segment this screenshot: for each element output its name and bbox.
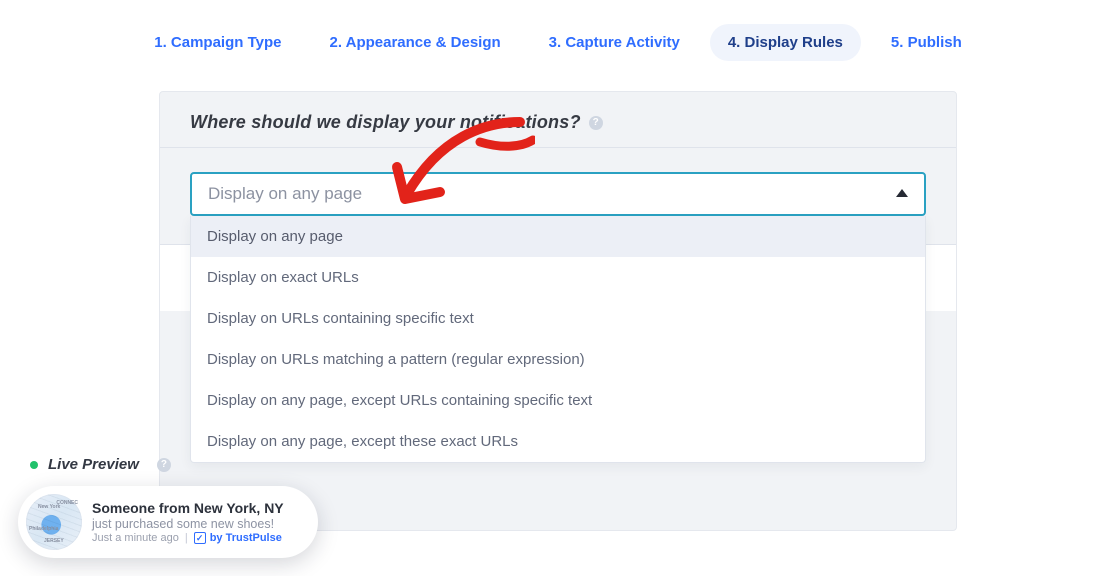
map-thumbnail: CONNEC Philadelphia JERSEY New York xyxy=(26,494,82,550)
preview-toast[interactable]: CONNEC Philadelphia JERSEY New York Some… xyxy=(18,486,318,558)
help-icon[interactable]: ? xyxy=(157,458,171,472)
panel-heading: Where should we display your notificatio… xyxy=(190,112,581,133)
brand-link[interactable]: ✓ by TrustPulse xyxy=(194,532,282,544)
tab-campaign-type[interactable]: 1. Campaign Type xyxy=(136,24,299,61)
tab-publish[interactable]: 5. Publish xyxy=(873,24,980,61)
display-rule-section: Display on any page Display on any page … xyxy=(160,147,956,226)
toast-meta: Just a minute ago | ✓ by TrustPulse xyxy=(92,532,284,544)
option-except-contains[interactable]: Display on any page, except URLs contain… xyxy=(191,380,925,421)
toast-subtitle: just purchased some new shoes! xyxy=(92,517,284,531)
tab-display-rules[interactable]: 4. Display Rules xyxy=(710,24,861,61)
live-preview-heading: Live Preview ? xyxy=(30,456,171,473)
option-exact-urls[interactable]: Display on exact URLs xyxy=(191,257,925,298)
wizard-tabs: 1. Campaign Type 2. Appearance & Design … xyxy=(0,0,1116,61)
tab-appearance[interactable]: 2. Appearance & Design xyxy=(312,24,519,61)
select-placeholder: Display on any page xyxy=(208,184,362,204)
option-any-page[interactable]: Display on any page xyxy=(191,216,925,257)
help-icon[interactable]: ? xyxy=(589,116,603,130)
option-contains-text[interactable]: Display on URLs containing specific text xyxy=(191,298,925,339)
display-rule-select[interactable]: Display on any page xyxy=(190,172,926,216)
tab-capture-activity[interactable]: 3. Capture Activity xyxy=(531,24,698,61)
toast-title: Someone from New York, NY xyxy=(92,500,284,516)
live-dot-icon xyxy=(30,461,38,469)
display-rules-panel: Where should we display your notificatio… xyxy=(159,91,957,531)
display-rule-dropdown: Display on any page Display on exact URL… xyxy=(190,216,926,463)
option-regex[interactable]: Display on URLs matching a pattern (regu… xyxy=(191,339,925,380)
chevron-up-icon xyxy=(896,189,908,197)
option-except-exact[interactable]: Display on any page, except these exact … xyxy=(191,421,925,462)
toast-time: Just a minute ago xyxy=(92,532,179,544)
check-icon: ✓ xyxy=(194,532,206,544)
